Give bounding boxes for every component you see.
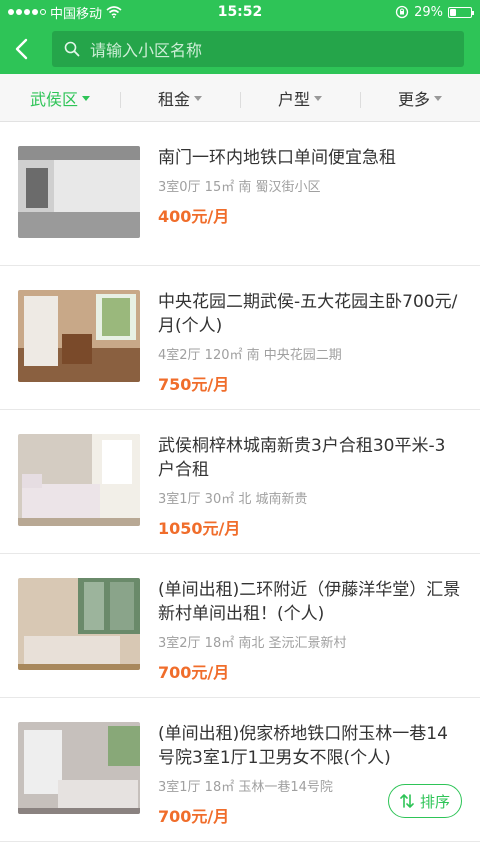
- sort-label: 排序: [419, 792, 450, 811]
- listing-title: 中央花园二期武侯-五大花园主卧700元/月(个人): [158, 292, 458, 336]
- listing-list: 南门一环内地铁口单间便宜急租 3室0厅 15㎡ 南 蜀汉街小区 400元/月 中…: [0, 122, 480, 842]
- listing-title: 南门一环内地铁口单间便宜急租: [158, 148, 396, 168]
- filter-label: 武侯区: [29, 89, 78, 109]
- listing-photo: [18, 290, 140, 382]
- chevron-down-icon: [314, 96, 322, 101]
- listing-price: 400元/月: [158, 207, 230, 226]
- listing-title: (单间出租)二环附近（伊藤洋华堂）汇景新村单间出租！(个人): [158, 580, 461, 624]
- status-bar: 中国移动 15:52 29%: [0, 0, 480, 24]
- listing-photo: [18, 146, 140, 238]
- chevron-down-icon: [434, 96, 442, 101]
- wifi-icon: [106, 6, 122, 18]
- listing-photo: [18, 722, 140, 814]
- orientation-lock-icon: [395, 5, 409, 19]
- listing-meta: 3室2厅 18㎡ 南北 圣沅汇景新村: [158, 636, 347, 651]
- listing-price: 700元/月: [158, 663, 230, 682]
- chevron-down-icon: [82, 96, 90, 101]
- filter-bar: 武侯区 租金 户型 更多: [0, 74, 480, 122]
- sort-arrows-icon: [400, 794, 414, 808]
- filter-district[interactable]: 武侯区: [0, 86, 120, 110]
- listing-price: 1050元/月: [158, 519, 241, 538]
- list-item[interactable]: 武侯桐梓林城南新贵3户合租30平米-3户合租 3室1厅 30㎡ 北 城南新贵 1…: [0, 410, 480, 554]
- listing-meta: 3室1厅 30㎡ 北 城南新贵: [158, 492, 308, 507]
- back-button[interactable]: [14, 34, 42, 64]
- list-item[interactable]: (单间出租)二环附近（伊藤洋华堂）汇景新村单间出租！(个人) 3室2厅 18㎡ …: [0, 554, 480, 698]
- listing-photo: [18, 578, 140, 670]
- sort-button[interactable]: 排序: [388, 784, 462, 818]
- carrier-label: 中国移动: [50, 6, 103, 22]
- filter-layout[interactable]: 户型: [240, 86, 360, 110]
- battery-icon: [448, 6, 474, 18]
- list-item[interactable]: 中央花园二期武侯-五大花园主卧700元/月(个人) 4室2厅 120㎡ 南 中央…: [0, 266, 480, 410]
- filter-more[interactable]: 更多: [360, 86, 480, 110]
- battery-percent: 29%: [414, 4, 443, 20]
- listing-meta: 4室2厅 120㎡ 南 中央花园二期: [158, 348, 342, 363]
- list-item[interactable]: (单间出租)倪家桥地铁口附玉林一巷14号院3室1厅1卫男女不限(个人) 3室1厅…: [0, 698, 480, 842]
- search-placeholder: 请输入小区名称: [90, 41, 203, 60]
- listing-title: 武侯桐梓林城南新贵3户合租30平米-3户合租: [158, 436, 446, 480]
- top-bar: 中国移动 15:52 29% 请输入小区名称: [0, 0, 480, 74]
- back-arrow-icon: [15, 38, 28, 60]
- listing-price: 750元/月: [158, 375, 230, 394]
- search-input[interactable]: 请输入小区名称: [52, 31, 464, 67]
- signal-icon: [8, 9, 46, 15]
- listing-photo: [18, 434, 140, 526]
- list-item[interactable]: 南门一环内地铁口单间便宜急租 3室0厅 15㎡ 南 蜀汉街小区 400元/月: [0, 122, 480, 266]
- listing-meta: 3室0厅 15㎡ 南 蜀汉街小区: [158, 180, 321, 195]
- listing-title: (单间出租)倪家桥地铁口附玉林一巷14号院3室1厅1卫男女不限(个人): [158, 724, 448, 768]
- filter-label: 户型: [277, 89, 310, 109]
- chevron-down-icon: [194, 96, 202, 101]
- filter-label: 租金: [157, 89, 190, 109]
- filter-label: 更多: [397, 89, 430, 109]
- filter-rent[interactable]: 租金: [120, 86, 240, 110]
- search-icon: [64, 41, 80, 57]
